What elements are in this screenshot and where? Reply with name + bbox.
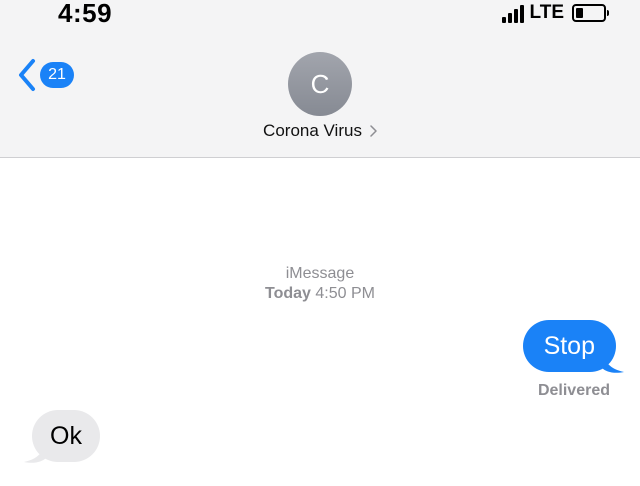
status-indicators: LTE — [501, 2, 609, 23]
messages-screen: 4:59 LTE 21 C Corona Virus iMessage Toda… — [0, 0, 640, 486]
battery-icon — [572, 4, 609, 22]
signal-bar — [507, 13, 512, 23]
chevron-right-icon — [370, 125, 377, 137]
timestamp-row: Today 4:50 PM — [220, 284, 420, 304]
chevron-left-icon — [19, 59, 35, 91]
carrier-label: LTE — [529, 2, 564, 23]
service-label: iMessage — [285, 265, 355, 282]
signal-bar — [519, 5, 524, 23]
timestamp-time: 4:50 PM — [315, 285, 375, 302]
signal-bar — [501, 17, 506, 23]
conversation-header: 4:59 LTE 21 C Corona Virus — [0, 0, 640, 158]
battery-cap — [607, 10, 609, 16]
timestamp-day: Today — [265, 285, 311, 302]
contact-name-row: Corona Virus — [220, 121, 420, 141]
signal-icon — [501, 5, 524, 23]
conversation-timestamp: iMessage Today 4:50 PM — [220, 264, 420, 304]
contact-details-button[interactable]: C Corona Virus — [220, 52, 420, 141]
unread-count-badge: 21 — [40, 62, 74, 88]
status-time: 4:59 — [58, 0, 113, 28]
signal-bar — [513, 9, 518, 23]
delivery-status: Delivered — [537, 382, 610, 399]
sent-message-bubble[interactable]: Stop — [522, 320, 616, 372]
contact-name: Corona Virus — [263, 121, 362, 140]
back-button[interactable]: 21 — [16, 58, 74, 92]
battery-fill — [576, 8, 583, 18]
received-message-bubble[interactable]: Ok — [32, 410, 100, 462]
avatar: C — [288, 52, 352, 116]
